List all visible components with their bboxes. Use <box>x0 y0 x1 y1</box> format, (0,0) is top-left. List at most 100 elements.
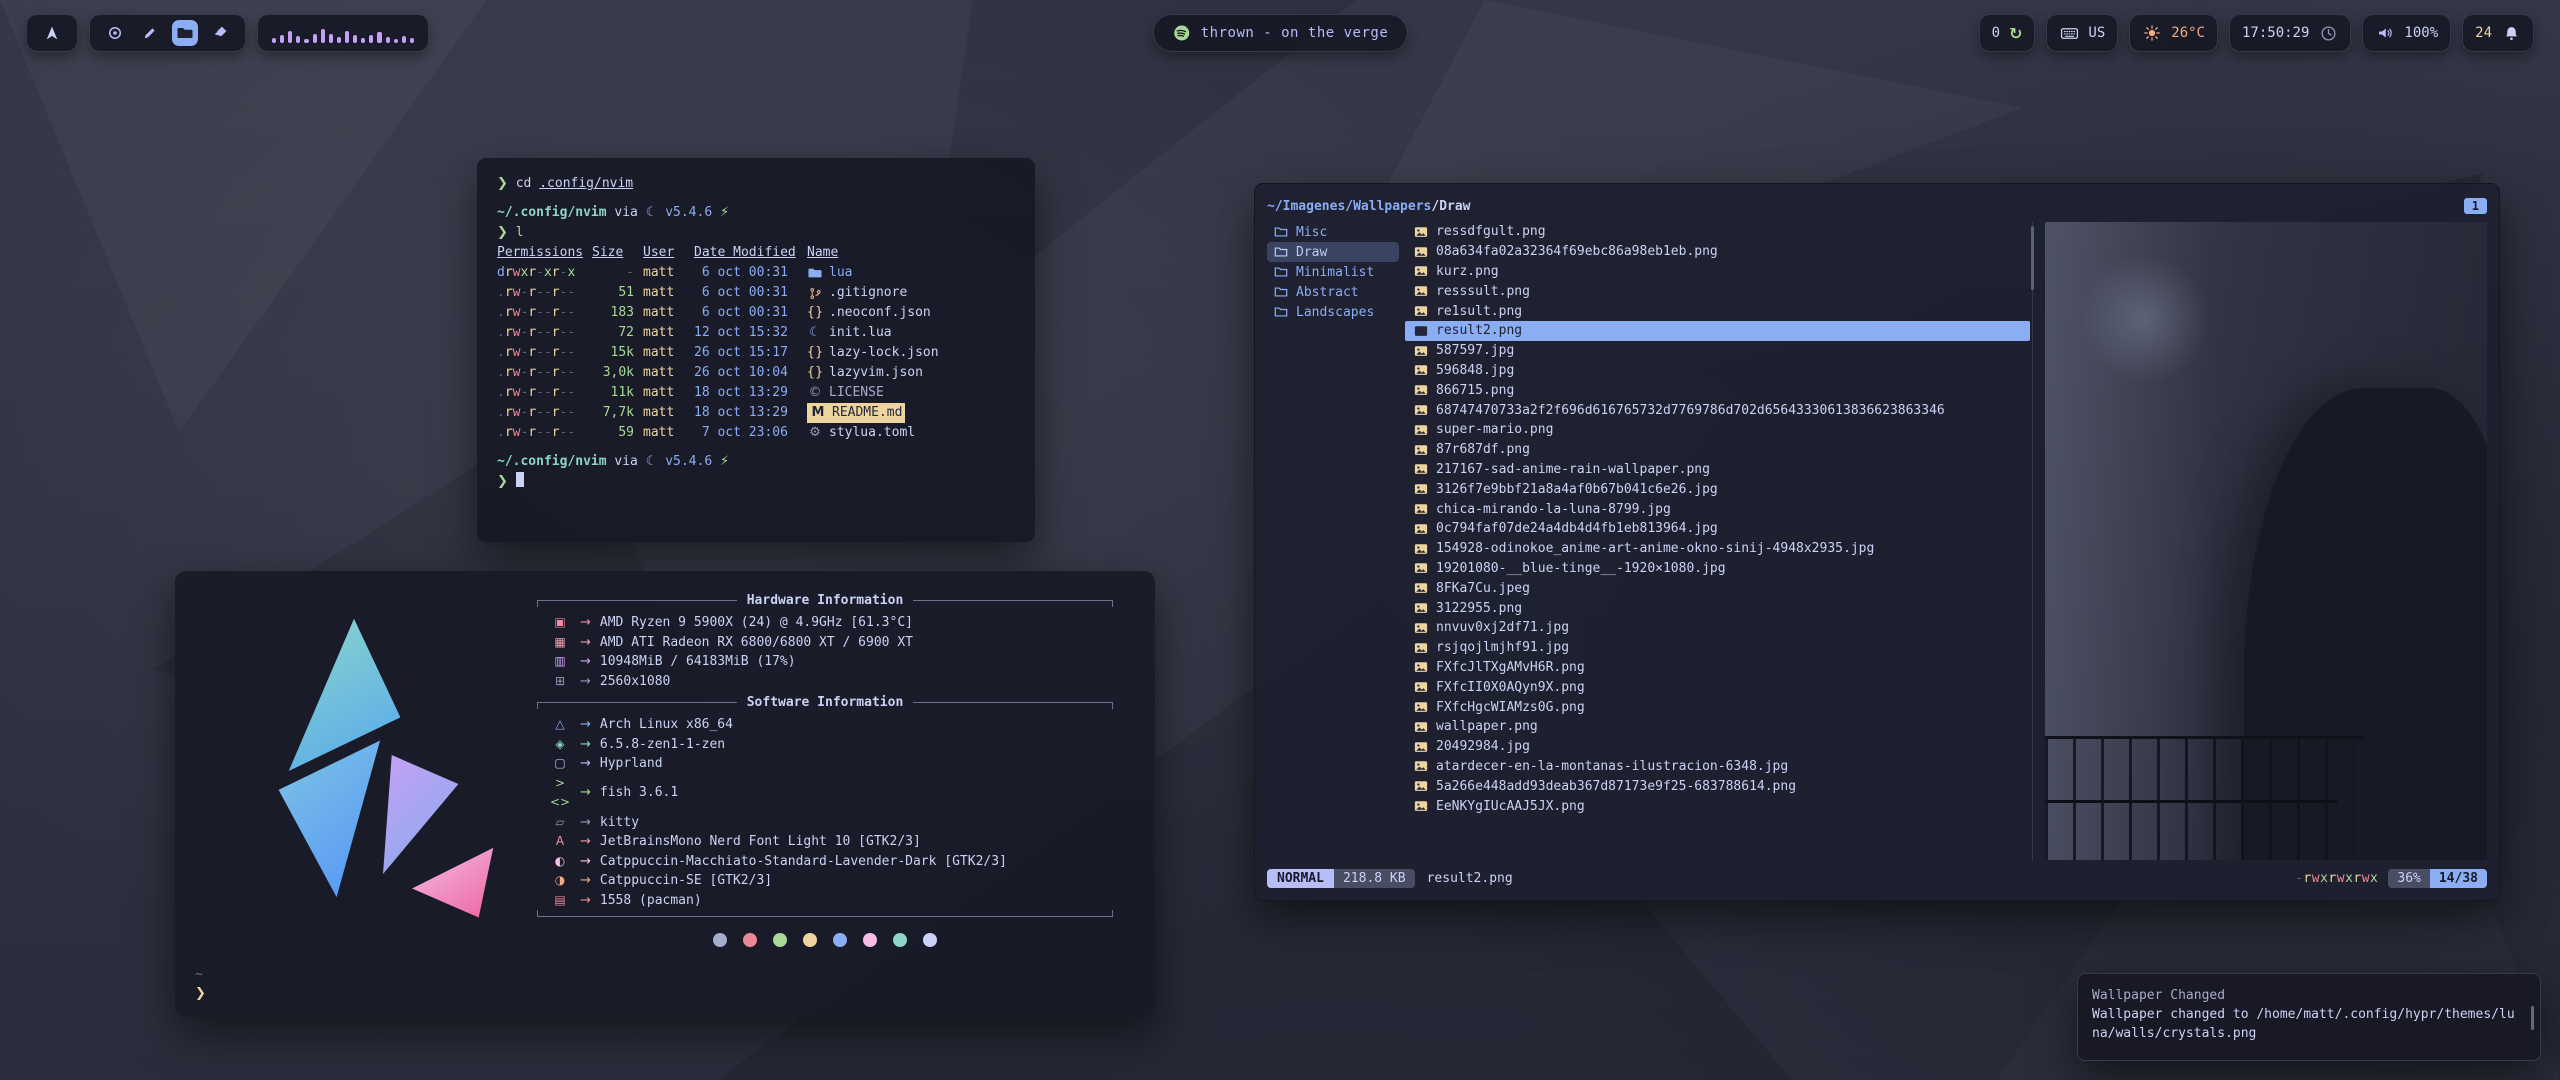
visualizer-bars <box>272 23 414 43</box>
arrow-icon: → <box>580 715 591 735</box>
file-row[interactable]: chica-mirando-la-luna-8799.jpg <box>1405 499 2030 519</box>
file-row[interactable]: wallpaper.png <box>1405 717 2030 737</box>
file-row[interactable]: 8FKa7Cu.jpeg <box>1405 578 2030 598</box>
file-row[interactable]: FXfcHgcWIAMzs0G.png <box>1405 697 2030 717</box>
file-row[interactable]: 587597.jpg <box>1405 341 2030 361</box>
image-icon <box>1413 423 1429 437</box>
image-icon <box>1413 443 1429 457</box>
folder-icon[interactable] <box>172 20 198 46</box>
sidebar-folder-minimalist[interactable]: Minimalist <box>1267 262 1399 282</box>
topbar-left-cluster <box>26 14 429 52</box>
sidebar-folder-draw[interactable]: Draw <box>1267 242 1399 262</box>
fetch-row-font: A→JetBrainsMono Nerd Font Light 10 [GTK2… <box>537 832 1113 852</box>
permissions-label: -rwxrwxrwx <box>2295 871 2378 886</box>
visualizer-bar <box>280 35 284 43</box>
file-row[interactable]: re1sult.png <box>1405 301 2030 321</box>
notifications-pill[interactable]: 24 <box>2462 14 2534 52</box>
file-row[interactable]: 0c794faf07de24a4db4d4fb1eb813964.jpg <box>1405 519 2030 539</box>
volume-pill[interactable]: 100% <box>2362 14 2451 52</box>
now-playing-pill[interactable]: thrown - on the verge <box>1153 14 1408 52</box>
file-row[interactable]: nnvuv0xj2df71.jpg <box>1405 618 2030 638</box>
keyboard-layout-label: US <box>2088 25 2105 41</box>
os-icon: △ <box>549 715 571 735</box>
file-row[interactable]: result2.png <box>1405 321 2030 341</box>
color-dot <box>803 933 817 947</box>
updates-pill[interactable]: 0 ↻ <box>1979 14 2036 52</box>
file-row[interactable]: 19201080-__blue-tinge__-1920×1080.jpg <box>1405 559 2030 579</box>
color-dot <box>863 933 877 947</box>
status-filename: result2.png <box>1427 871 1513 886</box>
file-listing: PermissionsSizeUserDate ModifiedNamedrwx… <box>497 243 1015 443</box>
font-icon: A <box>549 832 571 852</box>
file-row[interactable]: 154928-odinokoe_anime-art-anime-okno-sin… <box>1405 539 2030 559</box>
file-row[interactable]: FXfcJlTXgAMvH6R.png <box>1405 658 2030 678</box>
theme-icon: ◐ <box>549 852 571 872</box>
clock-pill[interactable]: 17:50:29 <box>2229 14 2351 52</box>
sidebar-folder-misc[interactable]: Misc <box>1267 222 1399 242</box>
fetch-row-display: ⊞→2560x1080 <box>537 672 1113 692</box>
image-icon <box>1413 561 1429 575</box>
file-row[interactable]: atardecer-en-la-montanas-ilustracion-634… <box>1405 757 2030 777</box>
color-dot <box>893 933 907 947</box>
image-icon <box>1413 660 1429 674</box>
cpu-icon: ▣ <box>549 613 571 633</box>
distro-logo <box>209 611 499 935</box>
software-rows: △→Arch Linux x86_64◈→6.5.8-zen1-1-zen▢→H… <box>537 715 1113 910</box>
json-icon: {} <box>807 303 823 323</box>
visualizer-bar <box>304 39 308 43</box>
arrow-icon: → <box>580 754 591 774</box>
circle-icon[interactable] <box>102 20 128 46</box>
status-bar: NORMAL 218.8 KB result2.png -rwxrwxrwx 3… <box>1267 864 2487 892</box>
file-row[interactable]: 866715.png <box>1405 380 2030 400</box>
weather-pill[interactable]: 26°C <box>2129 14 2218 52</box>
listing-row: .rw-r--r--3,0kmatt26 oct 10:04{}lazyvim.… <box>497 363 1015 383</box>
visualizer-bar <box>288 31 292 43</box>
tab-badge[interactable]: 1 <box>2464 198 2487 214</box>
file-row[interactable]: 3122955.png <box>1405 598 2030 618</box>
image-icon <box>1413 779 1429 793</box>
notification-toast[interactable]: Wallpaper Changed Wallpaper changed to /… <box>2077 973 2541 1061</box>
keyboard-layout-pill[interactable]: US <box>2046 14 2118 52</box>
display-icon: ⊞ <box>549 672 571 692</box>
file-row[interactable]: 87r687df.png <box>1405 440 2030 460</box>
file-row[interactable]: 5a266e448add93deab367d87173e9f25-6837886… <box>1405 776 2030 796</box>
visualizer-bar <box>345 31 349 43</box>
terminal-input-line[interactable]: ❯ <box>497 472 1015 492</box>
fetch-prompt[interactable]: ~ ❯ <box>195 965 206 1003</box>
file-row[interactable]: 08a634fa02a32364f69ebc86a98eb1eb.png <box>1405 242 2030 262</box>
arrow-icon: → <box>580 891 591 911</box>
scrollbar-thumb[interactable] <box>2031 226 2034 290</box>
audio-visualizer <box>257 14 429 52</box>
file-row[interactable]: EeNKYgIUcAAJ5JX.png <box>1405 796 2030 816</box>
sidebar-folder-landscapes[interactable]: Landscapes <box>1267 302 1399 322</box>
bolt-icon: ⚡ <box>720 205 729 220</box>
brush-icon[interactable] <box>207 20 233 46</box>
fetch-row-wm: ▢→Hyprland <box>537 754 1113 774</box>
launcher-button[interactable] <box>26 14 78 52</box>
command-l: l <box>516 225 524 240</box>
terminal-command-line: ❯ l <box>497 223 1015 243</box>
terminal-window: ❯ cd .config/nvim ~/.config/nvim via ☾ v… <box>477 158 1035 542</box>
color-dot <box>773 933 787 947</box>
file-row[interactable]: 20492984.jpg <box>1405 737 2030 757</box>
file-row[interactable]: ressdfgult.png <box>1405 222 2030 242</box>
file-row[interactable]: 3126f7e9bbf21a8a4af0b67b041c6e26.jpg <box>1405 479 2030 499</box>
file-row[interactable]: 68747470733a2f2f696d616765732d7769786d70… <box>1405 400 2030 420</box>
file-manager-window: ~/Imagenes/Wallpapers/Draw 1 MiscDrawMin… <box>1254 183 2500 901</box>
file-row[interactable]: super-mario.png <box>1405 420 2030 440</box>
pen-icon[interactable] <box>137 20 163 46</box>
file-row[interactable]: kurz.png <box>1405 262 2030 282</box>
gpu-icon: ▦ <box>549 633 571 653</box>
file-row[interactable]: rsjqojlmjhf91.jpg <box>1405 638 2030 658</box>
listing-row: drwxr-xr-x-matt 6 oct 00:31lua <box>497 263 1015 283</box>
sidebar-folder-abstract[interactable]: Abstract <box>1267 282 1399 302</box>
file-row[interactable]: 596848.jpg <box>1405 361 2030 381</box>
arrow-icon: → <box>580 672 591 692</box>
file-row[interactable]: 217167-sad-anime-rain-wallpaper.png <box>1405 460 2030 480</box>
file-manager-header: ~/Imagenes/Wallpapers/Draw 1 <box>1267 194 2487 218</box>
license-icon: © <box>807 383 823 403</box>
color-dot <box>833 933 847 947</box>
packages-icon: ▤ <box>549 891 571 911</box>
file-row[interactable]: resssult.png <box>1405 281 2030 301</box>
file-row[interactable]: FXfcII0X0AQyn9X.png <box>1405 677 2030 697</box>
